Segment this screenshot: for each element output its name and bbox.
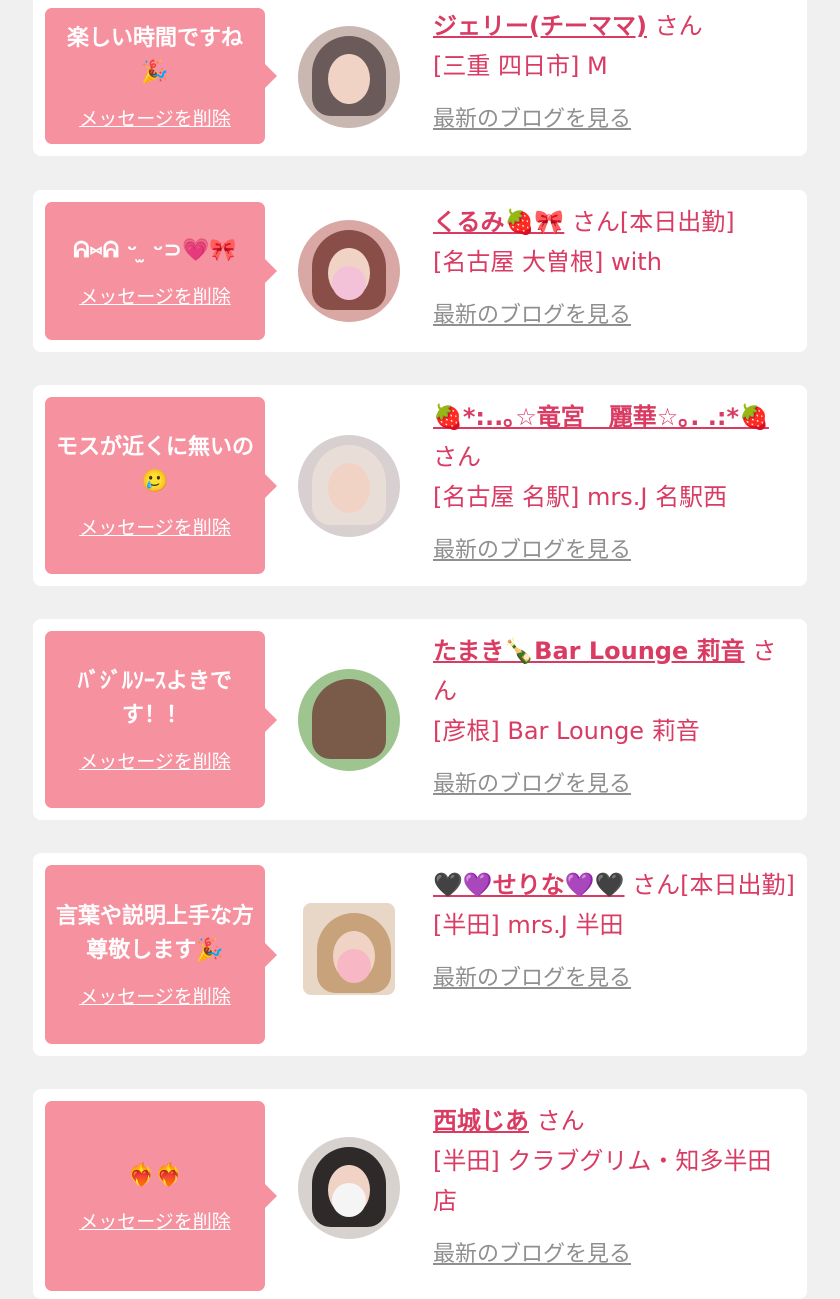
delete-message-link[interactable]: メッセージを削除 xyxy=(79,282,231,309)
avatar[interactable] xyxy=(303,903,395,995)
latest-blog-link[interactable]: 最新のブログを見る xyxy=(433,531,631,571)
message-text: 言葉や説明上手な方尊敬します🎉 xyxy=(55,904,254,963)
message-bubble: 楽しい時間ですね 🎉 メッセージを削除 xyxy=(45,8,277,144)
shop-location: [半田] mrs.J 半田 xyxy=(433,911,624,939)
name-line: くるみ🍓🎀 さん[本日出勤] xyxy=(433,202,795,242)
delete-message-link[interactable]: メッセージを削除 xyxy=(79,1207,231,1234)
message-text: ﾊﾞｼﾞﾙｿｰｽよきです！！ xyxy=(77,669,232,728)
name-line: 西城じあ さん xyxy=(433,1101,795,1141)
cast-name-link[interactable]: たまき🍾Bar Lounge 莉音 xyxy=(433,637,745,665)
cast-name-link[interactable]: 西城じあ xyxy=(433,1107,529,1135)
message-text: 楽しい時間ですね 🎉 xyxy=(66,25,243,85)
shop-location: [三重 四日市] M xyxy=(433,52,608,80)
cast-name-link[interactable]: くるみ🍓🎀 xyxy=(433,208,564,236)
message-card: ﾊﾞｼﾞﾙｿｰｽよきです！！ メッセージを削除 たまき🍾Bar Lounge 莉… xyxy=(33,619,807,820)
name-line: ジェリー(チーママ) さん xyxy=(433,6,795,46)
delete-message-link[interactable]: メッセージを削除 xyxy=(79,982,231,1009)
latest-blog-link[interactable]: 最新のブログを見る xyxy=(433,959,631,999)
avatar[interactable] xyxy=(298,220,400,322)
message-text: ❤️‍🔥❤️‍🔥 xyxy=(127,1162,183,1188)
message-text: モスが近くに無いの🥲 xyxy=(55,435,254,494)
cast-name-link[interactable]: ジェリー(チーママ) xyxy=(433,12,647,40)
name-suffix: さん xyxy=(529,1107,585,1135)
message-bubble: ❤️‍🔥❤️‍🔥 メッセージを削除 xyxy=(45,1101,277,1291)
shop-location: [名古屋 名駅] mrs.J 名駅西 xyxy=(433,483,728,511)
avatar[interactable] xyxy=(298,26,400,128)
name-suffix: さん[本日出勤] xyxy=(624,871,795,899)
shop-location: [名古屋 大曽根] with xyxy=(433,248,662,276)
name-suffix: さん xyxy=(646,12,703,40)
avatar[interactable] xyxy=(298,669,400,771)
name-line: 🍓*:..｡☆竜宮 麗華☆｡. .:*🍓 さん xyxy=(433,397,795,477)
delete-message-link[interactable]: メッセージを削除 xyxy=(79,513,231,540)
shop-location: [半田] クラブグリム・知多半田店 xyxy=(433,1147,772,1215)
name-suffix: さん[本日出勤] xyxy=(564,208,735,236)
name-line: 🖤💜せりな💜🖤 さん[本日出勤] xyxy=(433,865,795,905)
latest-blog-link[interactable]: 最新のブログを見る xyxy=(433,1235,631,1275)
latest-blog-link[interactable]: 最新のブログを見る xyxy=(433,765,631,805)
latest-blog-link[interactable]: 最新のブログを見る xyxy=(433,100,631,140)
avatar[interactable] xyxy=(298,1137,400,1239)
message-bubble: ᕱ⑅ᕱ ᵕ ̫ ᵕ⊃💗🎀 メッセージを削除 xyxy=(45,202,277,340)
message-card: ᕱ⑅ᕱ ᵕ ̫ ᵕ⊃💗🎀 メッセージを削除 くるみ🍓🎀 さん[本日出勤] [名古… xyxy=(33,190,807,352)
message-card: モスが近くに無いの🥲 メッセージを削除 🍓*:..｡☆竜宮 麗華☆｡. .:*🍓… xyxy=(33,385,807,586)
shop-location: [彦根] Bar Lounge 莉音 xyxy=(433,717,700,745)
avatar[interactable] xyxy=(298,435,400,537)
message-bubble: ﾊﾞｼﾞﾙｿｰｽよきです！！ メッセージを削除 xyxy=(45,631,277,808)
message-text: ᕱ⑅ᕱ ᵕ ̫ ᵕ⊃💗🎀 xyxy=(73,237,237,263)
delete-message-link[interactable]: メッセージを削除 xyxy=(79,747,231,774)
message-card: 言葉や説明上手な方尊敬します🎉 メッセージを削除 🖤💜せりな💜🖤 さん[本日出勤… xyxy=(33,853,807,1056)
message-bubble: モスが近くに無いの🥲 メッセージを削除 xyxy=(45,397,277,574)
message-card: ❤️‍🔥❤️‍🔥 メッセージを削除 西城じあ さん [半田] クラブグリム・知多… xyxy=(33,1089,807,1299)
name-line: たまき🍾Bar Lounge 莉音 さん xyxy=(433,631,795,711)
message-card: 楽しい時間ですね 🎉 メッセージを削除 ジェリー(チーママ) さん [三重 四日… xyxy=(33,0,807,156)
cast-name-link[interactable]: 🖤💜せりな💜🖤 xyxy=(433,871,625,899)
cast-name-link[interactable]: 🍓*:..｡☆竜宮 麗華☆｡. .:*🍓 xyxy=(433,403,769,431)
name-suffix: さん xyxy=(433,443,481,471)
latest-blog-link[interactable]: 最新のブログを見る xyxy=(433,296,631,336)
delete-message-link[interactable]: メッセージを削除 xyxy=(79,104,231,131)
message-bubble: 言葉や説明上手な方尊敬します🎉 メッセージを削除 xyxy=(45,865,277,1044)
